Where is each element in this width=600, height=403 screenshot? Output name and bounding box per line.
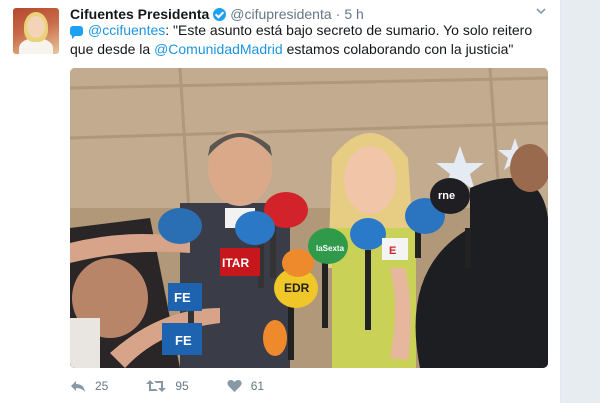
mention-link-comunidad[interactable]: @ComunidadMadrid <box>154 41 283 57</box>
mention-link[interactable]: @ccifuentes <box>88 22 165 38</box>
display-name[interactable]: Cifuentes Presidenta <box>70 6 209 22</box>
retweet-count: 95 <box>175 379 189 393</box>
mic-label-fe-1: FE <box>175 333 192 348</box>
tweet-text: @ccifuentes: "Este asunto está bajo secr… <box>70 21 542 59</box>
like-button[interactable]: 61 <box>227 379 264 393</box>
mic-label-e: E <box>389 245 396 257</box>
verified-icon <box>213 7 227 21</box>
mic-label-edr: EDR <box>284 281 310 295</box>
retweet-icon <box>146 380 167 392</box>
mic-label-lasexta: laSexta <box>316 244 345 253</box>
quote-bubble-icon <box>70 26 83 39</box>
tweet-photo[interactable]: FE FE ITAR EDR laSexta rne E <box>70 68 548 368</box>
tweet-text-part2: estamos colaborando con la justicia" <box>282 41 514 57</box>
tweet-card[interactable]: Cifuentes Presidenta @cifupresidenta · 5… <box>0 0 561 403</box>
user-handle[interactable]: @cifupresidenta <box>230 6 331 22</box>
separator: · <box>335 6 341 22</box>
avatar[interactable] <box>13 8 59 54</box>
tweet-actions: 25 95 61 <box>70 376 302 396</box>
chevron-down-icon[interactable] <box>536 6 546 16</box>
retweet-button[interactable]: 95 <box>146 379 189 393</box>
like-count: 61 <box>250 379 265 393</box>
reply-button[interactable]: 25 <box>70 379 108 393</box>
mic-label-fe-2: FE <box>174 290 191 305</box>
mic-label-itar: ITAR <box>222 256 249 270</box>
reply-icon <box>71 381 85 392</box>
reply-count: 25 <box>95 379 109 393</box>
press-conference-photo: FE FE ITAR EDR laSexta rne E <box>70 68 548 368</box>
mic-label-rne: rne <box>438 190 455 202</box>
timestamp[interactable]: 5 h <box>344 6 363 22</box>
like-icon <box>227 380 242 392</box>
